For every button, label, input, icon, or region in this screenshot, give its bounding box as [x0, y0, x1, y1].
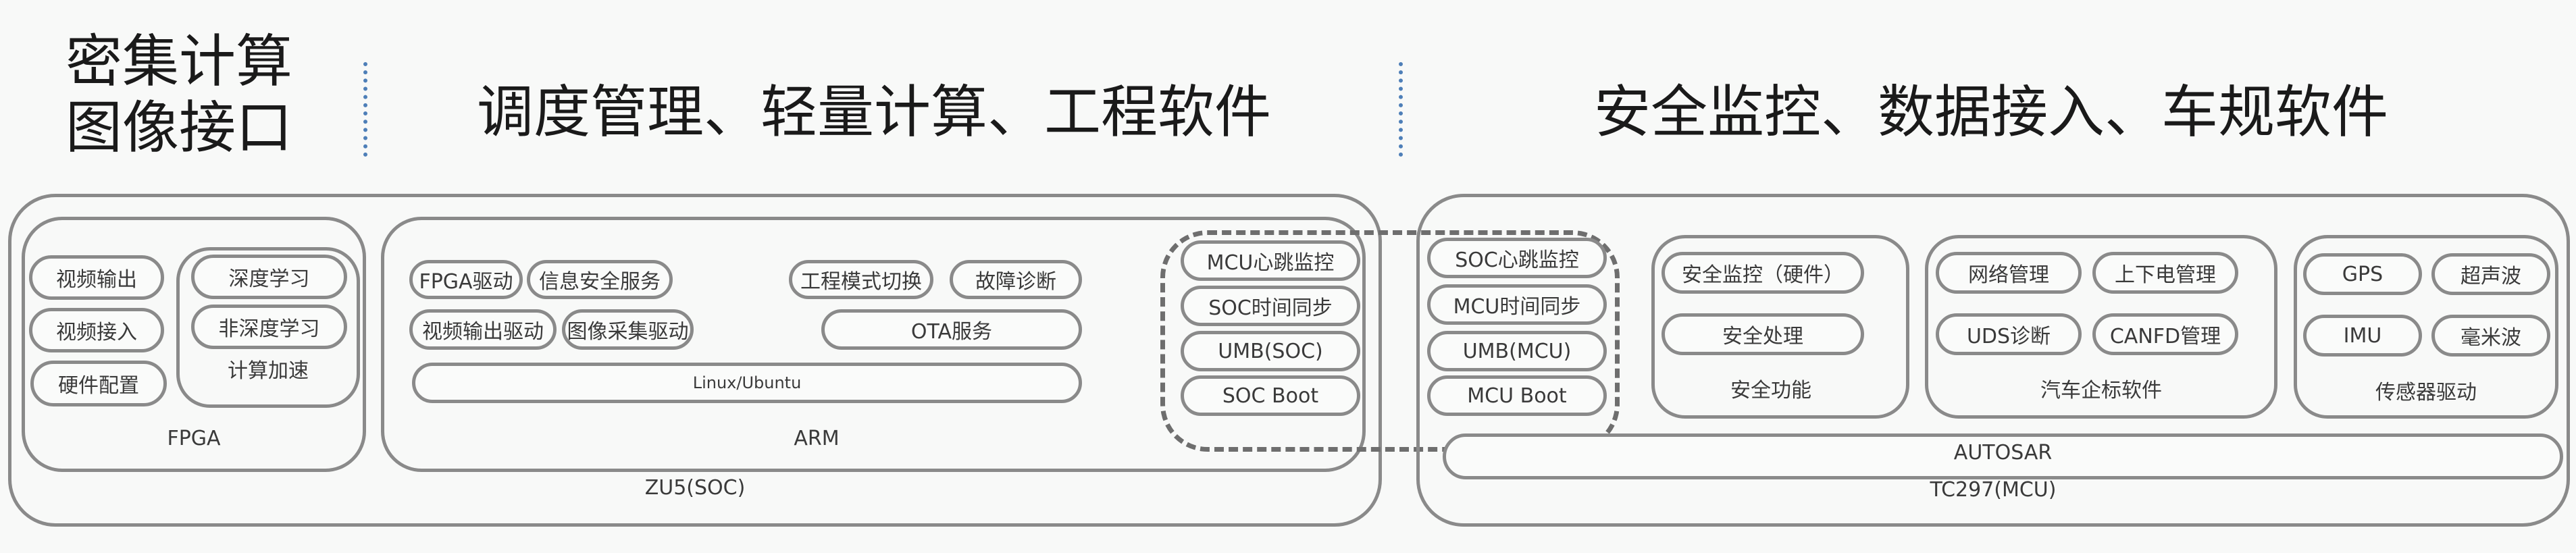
accel-item: 非深度学习 [191, 305, 347, 349]
fpga-item: 视频接入 [29, 308, 164, 352]
compute-header: 密集计算 图像接口 [66, 28, 292, 161]
sensor-driver-label: 传感器驱动 [2375, 381, 2477, 404]
soc-interconnect-item: UMB(SOC) [1181, 331, 1360, 371]
accel-item: 深度学习 [191, 255, 347, 299]
arm-label: ARM [794, 427, 840, 450]
soc-label: ZU5(SOC) [644, 476, 746, 500]
soc-interconnect-item: SOC时间同步 [1181, 286, 1360, 326]
mcu-header: 安全监控、数据接入、车规软件 [1594, 79, 2389, 145]
mcu-label: TC297(MCU) [1930, 478, 2057, 502]
soc-interconnect-item: SOC Boot [1181, 375, 1360, 416]
safety-item: 安全监控（硬件） [1661, 252, 1864, 294]
auto-std-item: 网络管理 [1936, 252, 2082, 294]
arm-service: 视频输出驱动 [409, 309, 557, 350]
compute-accel-label: 计算加速 [228, 359, 309, 383]
fpga-item: 硬件配置 [30, 361, 167, 406]
safety-label: 安全功能 [1730, 379, 1811, 402]
auto-std-item: CANFD管理 [2092, 313, 2238, 355]
auto-std-item: 上下电管理 [2092, 252, 2238, 294]
sensor-item: IMU [2303, 315, 2422, 357]
arm-service: FPGA驱动 [409, 260, 523, 299]
auto-std-label: 汽车企标软件 [2040, 379, 2162, 402]
fpga-item: 视频输出 [29, 255, 164, 300]
soc-interconnect-item: MCU心跳监控 [1181, 240, 1360, 281]
sensor-item: 超声波 [2431, 253, 2550, 295]
fpga-label: FPGA [167, 427, 221, 450]
arm-header: 调度管理、轻量计算、工程软件 [477, 79, 1272, 145]
arm-service: OTA服务 [821, 309, 1082, 350]
linux-os-layer: Linux/Ubuntu [412, 363, 1082, 403]
auto-std-item: UDS诊断 [1936, 313, 2082, 355]
arm-service: 信息安全服务 [527, 260, 673, 299]
compute-header-line1: 密集计算 [66, 28, 293, 95]
sensor-item: GPS [2303, 253, 2422, 295]
sensor-item: 毫米波 [2431, 315, 2550, 357]
header-separator-2 [1399, 62, 1403, 157]
autosar-layer: AUTOSAR [1443, 433, 2563, 479]
arm-service: 故障诊断 [950, 260, 1082, 299]
arm-service: 图像采集驱动 [562, 309, 694, 350]
arm-service: 工程模式切换 [789, 260, 933, 299]
compute-header-line2: 图像接口 [66, 95, 293, 161]
safety-item: 安全处理 [1661, 313, 1864, 355]
header-separator-1 [363, 62, 367, 157]
